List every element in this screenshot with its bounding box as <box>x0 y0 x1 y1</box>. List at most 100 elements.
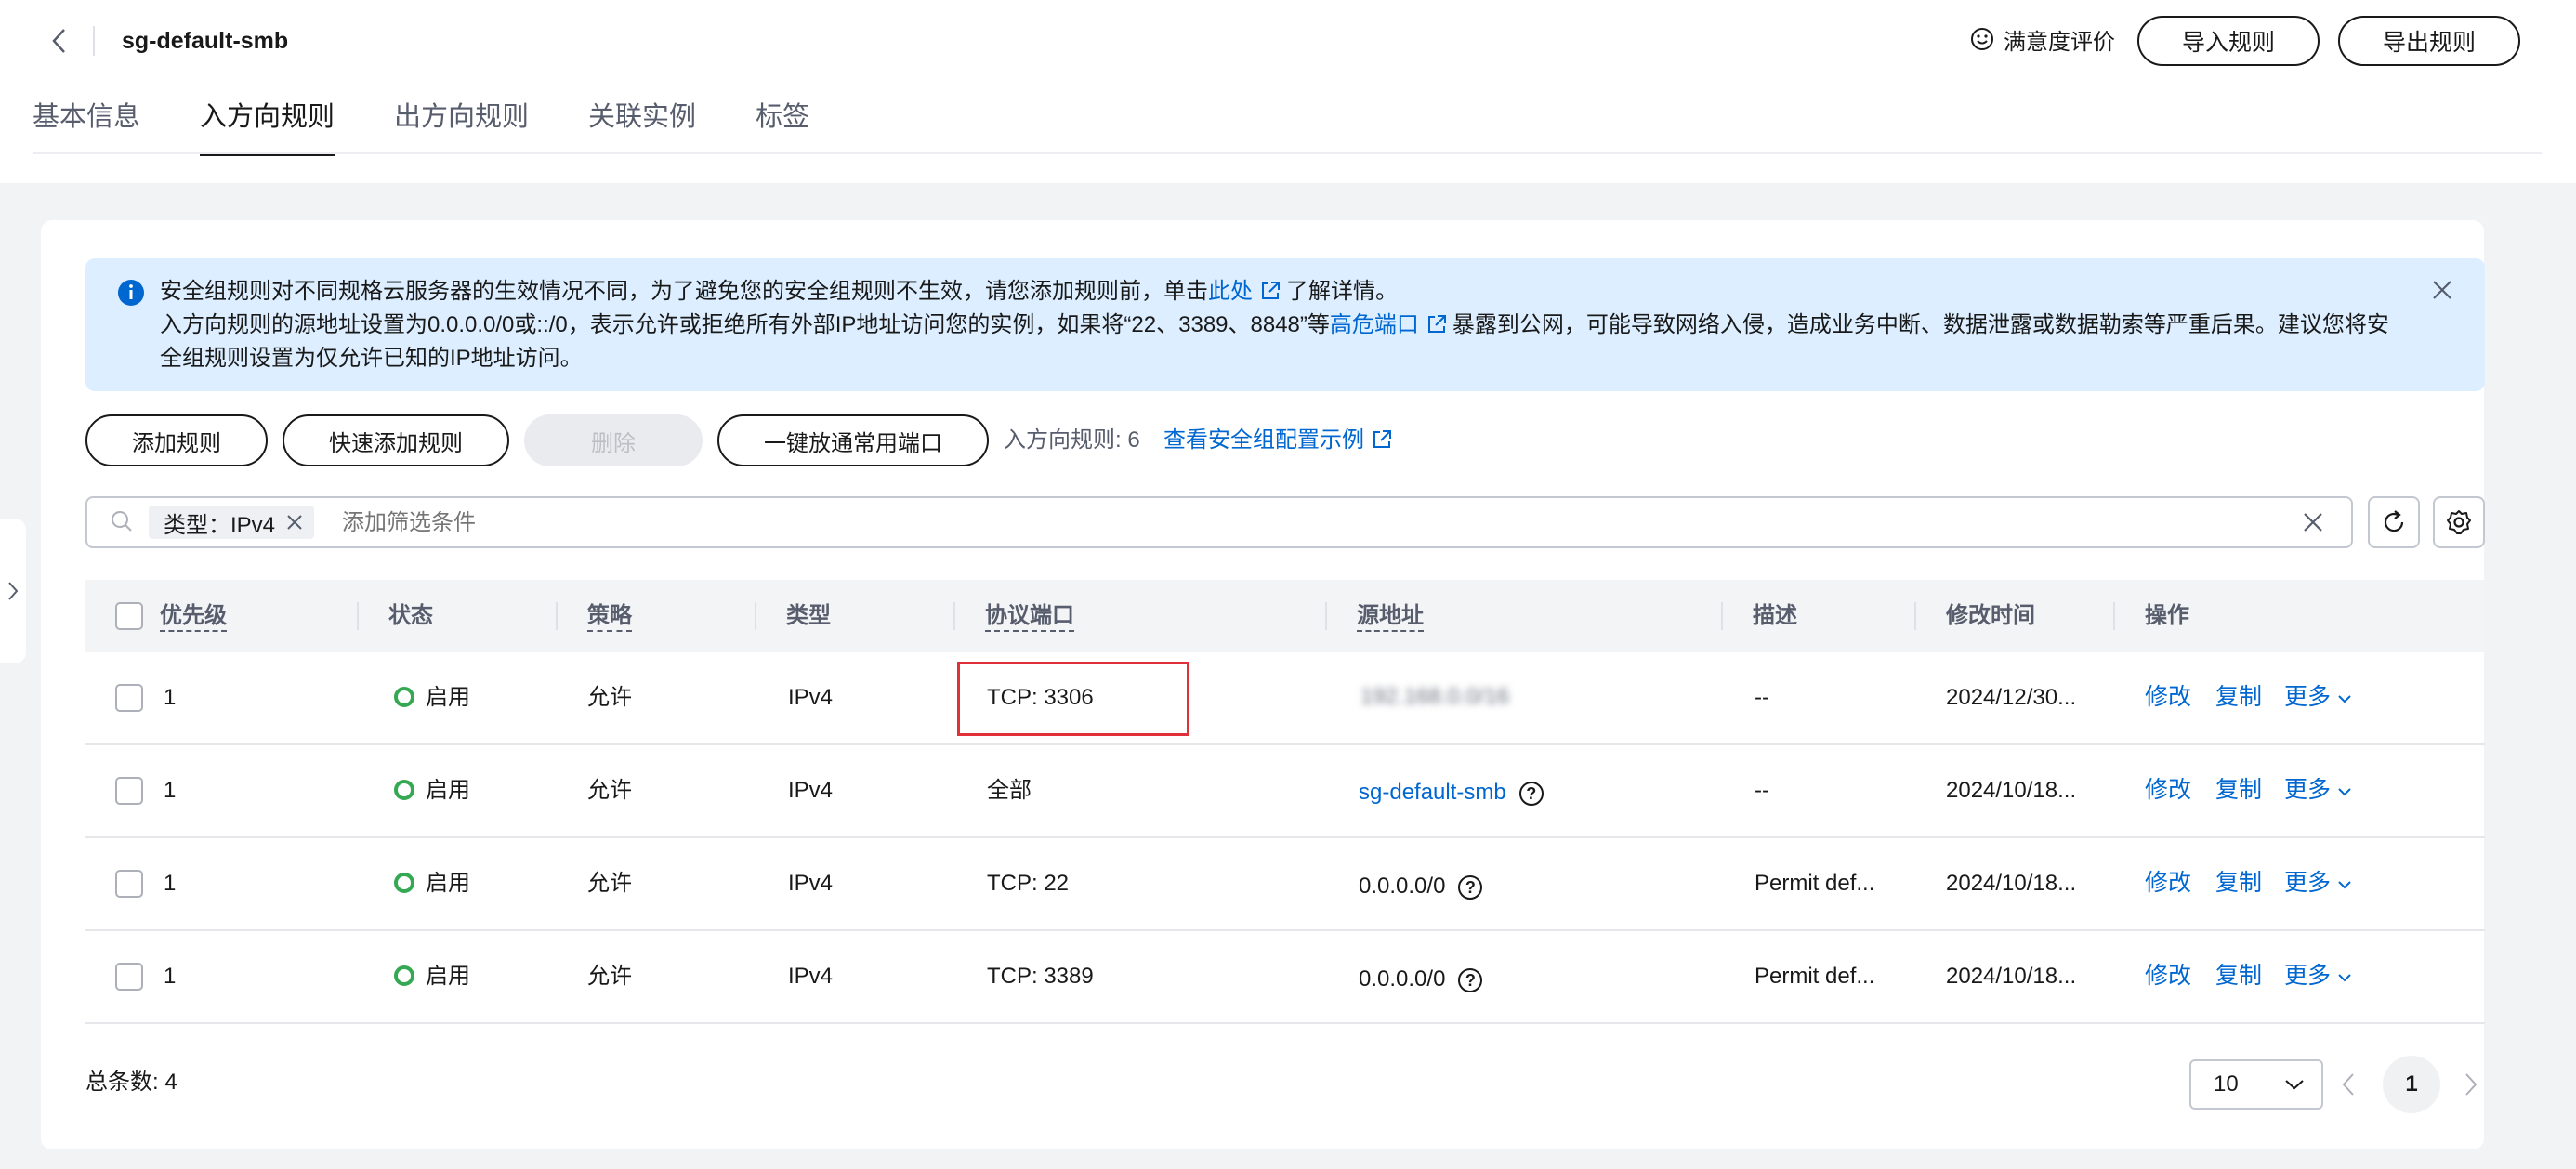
filter-input[interactable] <box>340 504 1831 543</box>
row-description: Permit def... <box>1755 964 1875 989</box>
row-status-label: 启用 <box>426 871 470 896</box>
external-link-icon <box>1427 315 1446 333</box>
help-icon[interactable]: ? <box>1518 781 1544 806</box>
notice-close-button[interactable] <box>2427 275 2457 305</box>
notice-line-1-suffix: 了解详情。 <box>1286 279 1398 304</box>
chevron-down-icon <box>2338 974 2351 982</box>
copy-link[interactable]: 复制 <box>2215 681 2262 713</box>
row-status: 启用 <box>394 682 470 714</box>
help-icon[interactable]: ? <box>1458 967 1483 992</box>
chip-remove-icon[interactable] <box>284 512 305 532</box>
more-label: 更多 <box>2284 963 2332 989</box>
tab-outbound-rules[interactable]: 出方向规则 <box>394 89 529 154</box>
delete-button[interactable]: 删除 <box>524 414 703 466</box>
export-rules-button[interactable]: 导出规则 <box>2338 16 2520 66</box>
edit-link[interactable]: 修改 <box>2145 681 2191 713</box>
row-type: IPv4 <box>788 778 834 803</box>
tab-basic-info[interactable]: 基本信息 <box>33 89 140 154</box>
col-port-label: 协议端口 <box>985 603 1074 632</box>
tab-bar: 基本信息 入方向规则 出方向规则 关联实例 标签 <box>33 89 809 156</box>
row-status-label: 启用 <box>426 685 470 710</box>
title-divider <box>93 26 95 56</box>
add-rule-button[interactable]: 添加规则 <box>85 414 268 466</box>
quick-add-rule-button[interactable]: 快速添加规则 <box>283 414 509 466</box>
col-source-label: 源地址 <box>1357 603 1424 632</box>
col-modified-time: 修改时间 <box>1946 603 2035 628</box>
tab-tags[interactable]: 标签 <box>756 89 809 154</box>
external-link-icon <box>1262 282 1280 299</box>
help-icon[interactable]: ? <box>1458 874 1483 900</box>
select-all-checkbox[interactable] <box>115 602 143 630</box>
row-status: 启用 <box>394 868 470 900</box>
page-size-select[interactable]: 10 <box>2189 1059 2323 1110</box>
col-description: 描述 <box>1753 603 1797 628</box>
open-common-ports-button[interactable]: 一键放通常用端口 <box>717 414 989 466</box>
source-security-group-link[interactable]: sg-default-smb <box>1359 780 1506 805</box>
notice-details-link[interactable]: 此处 <box>1208 279 1253 304</box>
row-port: TCP: 3389 <box>987 964 1094 989</box>
row-source-value: 0.0.0.0/0 <box>1359 873 1446 899</box>
more-dropdown[interactable]: 更多 <box>2284 960 2352 992</box>
settings-button[interactable] <box>2433 496 2485 548</box>
notice-text: 安全组规则对不同规格云服务器的生效情况不同，为了避免您的安全组规则不生效，请您添… <box>160 275 2409 375</box>
sidebar-expand-handle[interactable] <box>0 519 26 663</box>
edit-link[interactable]: 修改 <box>2145 867 2191 899</box>
page-number-current[interactable]: 1 <box>2383 1056 2440 1113</box>
clear-filter-icon[interactable] <box>2303 512 2323 532</box>
edit-link[interactable]: 修改 <box>2145 960 2191 992</box>
more-dropdown[interactable]: 更多 <box>2284 774 2352 806</box>
more-dropdown[interactable]: 更多 <box>2284 867 2352 899</box>
row-divider <box>85 836 2485 838</box>
chevron-down-icon <box>2285 1080 2304 1090</box>
smile-icon <box>1971 28 1993 50</box>
col-separator <box>953 602 955 630</box>
row-policy: 允许 <box>587 778 632 803</box>
row-checkbox[interactable] <box>115 777 143 805</box>
row-policy: 允许 <box>587 964 632 989</box>
row-divider <box>85 1022 2485 1024</box>
satisfaction-rating[interactable]: 满意度评价 <box>1970 20 2115 58</box>
row-checkbox[interactable] <box>115 870 143 898</box>
row-description: Permit def... <box>1755 871 1875 896</box>
col-policy-label: 策略 <box>587 603 632 632</box>
status-enabled-icon <box>394 965 414 987</box>
edit-link[interactable]: 修改 <box>2145 774 2191 806</box>
col-priority[interactable]: 优先级 <box>160 580 227 652</box>
col-port[interactable]: 协议端口 <box>985 580 1074 652</box>
high-risk-ports-link[interactable]: 高危端口 <box>1330 312 1419 337</box>
copy-link[interactable]: 复制 <box>2215 774 2262 806</box>
more-dropdown[interactable]: 更多 <box>2284 681 2352 713</box>
col-source[interactable]: 源地址 <box>1357 580 1424 652</box>
copy-link[interactable]: 复制 <box>2215 960 2262 992</box>
col-separator <box>755 602 756 630</box>
row-status: 启用 <box>394 961 470 992</box>
row-source: 0.0.0.0/0? <box>1359 871 1483 902</box>
import-rules-button[interactable]: 导入规则 <box>2137 16 2320 66</box>
row-divider <box>85 743 2485 745</box>
next-page-button[interactable] <box>2464 1072 2477 1101</box>
row-priority: 1 <box>164 964 177 989</box>
back-button[interactable] <box>45 20 72 61</box>
row-modified-time: 2024/10/18... <box>1946 964 2077 989</box>
notice-line-1: 安全组规则对不同规格云服务器的生效情况不同，为了避免您的安全组规则不生效，请您添… <box>160 275 2409 309</box>
col-policy[interactable]: 策略 <box>587 580 632 652</box>
prev-page-button[interactable] <box>2342 1072 2355 1101</box>
col-separator <box>357 602 359 630</box>
refresh-button[interactable] <box>2368 496 2420 548</box>
tab-associated-instances[interactable]: 关联实例 <box>588 89 696 154</box>
config-example-link[interactable]: 查看安全组配置示例 <box>1163 427 1364 453</box>
row-source: 0.0.0.0/0? <box>1359 964 1483 995</box>
more-label: 更多 <box>2284 684 2332 710</box>
tab-inbound-rules[interactable]: 入方向规则 <box>200 89 335 156</box>
page-size-value: 10 <box>2214 1071 2239 1097</box>
row-checkbox[interactable] <box>115 684 143 712</box>
row-checkbox[interactable] <box>115 963 143 991</box>
row-type: IPv4 <box>788 871 834 896</box>
config-example-link-wrapper[interactable]: 查看安全组配置示例 <box>1163 425 1398 456</box>
row-port: 全部 <box>987 778 1032 803</box>
total-count: 总条数: 4 <box>85 1070 177 1095</box>
filter-chip-type: 类型：IPv4 <box>149 506 315 539</box>
row-modified-time: 2024/12/30... <box>1946 685 2077 710</box>
chevron-left-icon <box>2342 1073 2354 1096</box>
copy-link[interactable]: 复制 <box>2215 867 2262 899</box>
